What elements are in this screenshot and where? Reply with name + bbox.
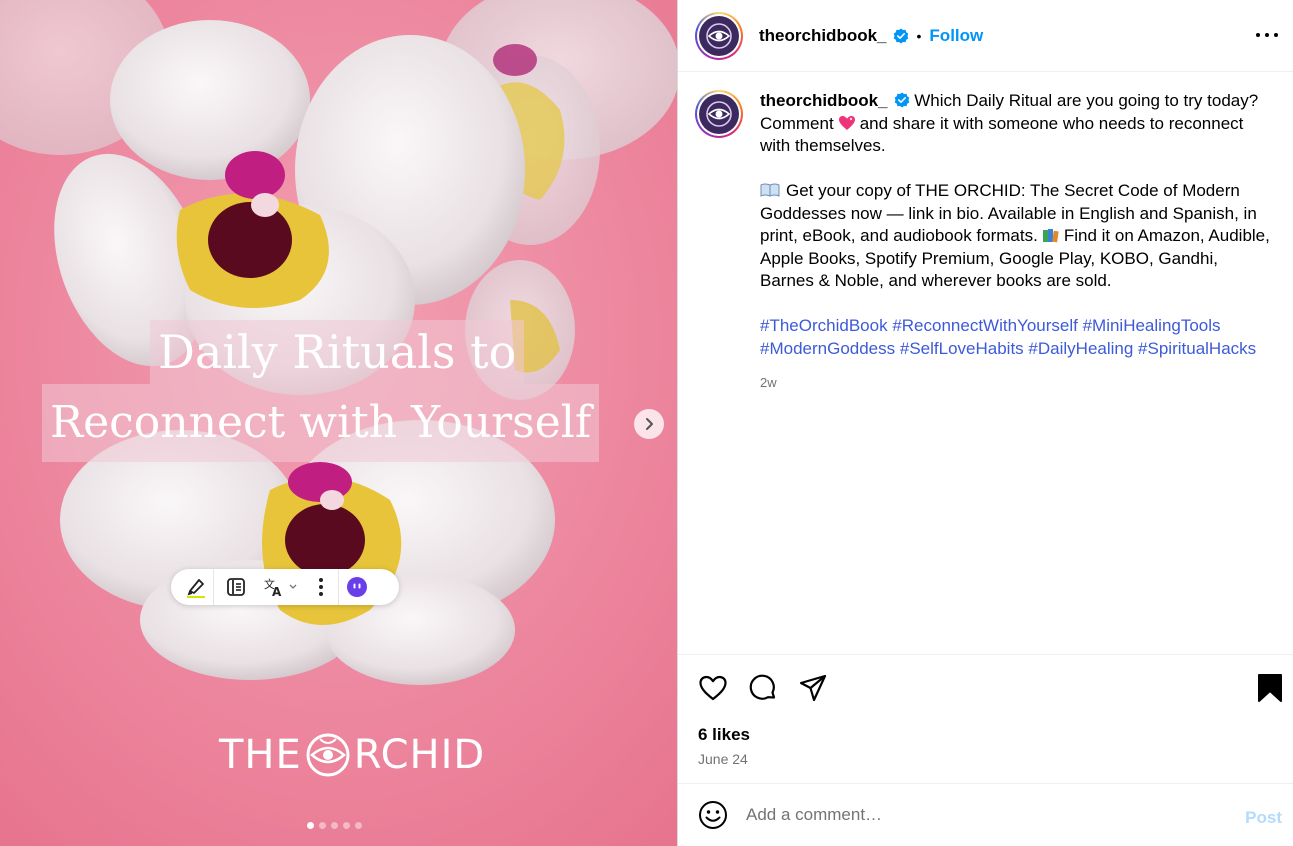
hashtag-link[interactable]: #SpiritualHacks — [1138, 339, 1256, 358]
floating-toolbar: 文 A — [171, 569, 399, 605]
media-title-line-1: Daily Rituals to — [150, 320, 525, 384]
books-icon — [1042, 229, 1059, 243]
carousel-dot[interactable] — [343, 822, 350, 829]
hashtag-link[interactable]: #TheOrchidBook — [760, 316, 888, 335]
carousel-dots — [307, 822, 362, 829]
heart-icon — [699, 675, 727, 701]
emoji-icon[interactable] — [698, 800, 728, 830]
hashtag-link[interactable]: #ModernGoddess — [760, 339, 895, 358]
avatar[interactable] — [695, 90, 743, 138]
highlighter-icon — [187, 579, 205, 598]
carousel-dot[interactable] — [319, 822, 326, 829]
action-icons — [698, 673, 828, 703]
comment-input[interactable] — [746, 805, 1216, 825]
carousel-dot[interactable] — [355, 822, 362, 829]
post-header: theorchidbook_ • Follow — [678, 0, 1293, 72]
bookmark-icon — [1258, 674, 1282, 702]
assistant-button[interactable] — [339, 569, 375, 605]
comment-icon — [749, 674, 776, 700]
media-title-line-2: Reconnect with Yourself — [42, 384, 600, 462]
caption-text: theorchidbook_ Which Daily Ritual are yo… — [760, 90, 1270, 395]
orchid-eye-logo-icon — [306, 733, 350, 777]
post-actions: 6 likes June 24 — [678, 654, 1293, 767]
hashtag-link[interactable]: #DailyHealing — [1028, 339, 1133, 358]
carousel-dot[interactable] — [307, 822, 314, 829]
caption-hashtags: #TheOrchidBook #ReconnectWithYourself #M… — [760, 315, 1270, 360]
translate-icon: 文 A — [264, 577, 297, 598]
sparkling-heart-icon — [838, 115, 855, 130]
reader-button[interactable] — [214, 569, 258, 605]
follow-button[interactable]: Follow — [929, 26, 983, 46]
assistant-icon — [347, 577, 367, 597]
translate-button[interactable]: 文 A — [258, 569, 304, 605]
post-modal: Daily Rituals to Reconnect with Yourself — [0, 0, 1293, 846]
caption-paragraph-1: theorchidbook_ Which Daily Ritual are yo… — [760, 90, 1270, 158]
highlighter-button[interactable] — [179, 569, 213, 605]
open-book-icon — [760, 183, 780, 197]
comment-bar: Post — [678, 783, 1293, 846]
avatar[interactable] — [695, 11, 743, 60]
like-button[interactable] — [698, 673, 728, 703]
brand-text-right: RCHID — [353, 732, 486, 778]
verified-badge-icon — [894, 92, 909, 108]
hashtag-link[interactable]: #ReconnectWithYourself — [892, 316, 1078, 335]
carousel-dot[interactable] — [331, 822, 338, 829]
save-button[interactable] — [1257, 673, 1283, 708]
caption-paragraph-2: Get your copy of THE ORCHID: The Secret … — [760, 180, 1270, 293]
orchid-eye-logo-icon — [706, 101, 732, 127]
orchid-eye-logo-icon — [706, 22, 732, 49]
comment-button[interactable] — [748, 673, 778, 703]
share-icon — [799, 674, 827, 702]
media-title: Daily Rituals to Reconnect with Yourself — [0, 0, 677, 846]
more-dot — [1274, 33, 1278, 37]
more-options-button[interactable] — [1256, 24, 1278, 46]
avatar-ring — [697, 92, 741, 136]
more-horizontal-icon — [1256, 33, 1260, 37]
chevron-right-icon — [646, 418, 653, 430]
share-button[interactable] — [798, 673, 828, 703]
post-date[interactable]: June 24 — [698, 751, 748, 767]
post-media[interactable]: Daily Rituals to Reconnect with Yourself — [0, 0, 677, 846]
verified-badge-icon — [893, 28, 908, 43]
header-username[interactable]: theorchidbook_ — [759, 26, 887, 46]
svg-text:A: A — [272, 585, 282, 598]
post-comment-button[interactable]: Post — [1245, 808, 1282, 828]
hashtag-link[interactable]: #SelfLoveHabits — [900, 339, 1024, 358]
caption-timestamp[interactable]: 2w — [760, 372, 1270, 395]
hashtag-link[interactable]: #MiniHealingTools — [1083, 316, 1221, 335]
caption-username[interactable]: theorchidbook_ — [760, 91, 888, 110]
reader-icon — [227, 578, 245, 596]
carousel-next-button[interactable] — [634, 409, 664, 439]
avatar-ring — [697, 13, 741, 58]
more-dot — [1265, 33, 1269, 37]
avatar-image — [699, 15, 739, 56]
toolbar-more-button[interactable] — [304, 569, 338, 605]
more-vertical-icon — [319, 578, 323, 596]
caption-section: theorchidbook_ Which Daily Ritual are yo… — [695, 90, 1280, 395]
separator-bullet: • — [916, 27, 922, 44]
likes-count[interactable]: 6 likes — [698, 725, 750, 745]
brand-text-left: THE — [219, 732, 302, 778]
post-side-panel: theorchidbook_ • Follow theorchidbook_ W… — [677, 0, 1293, 846]
brand-logo: THE RCHID — [219, 731, 485, 779]
avatar-image — [699, 94, 739, 134]
